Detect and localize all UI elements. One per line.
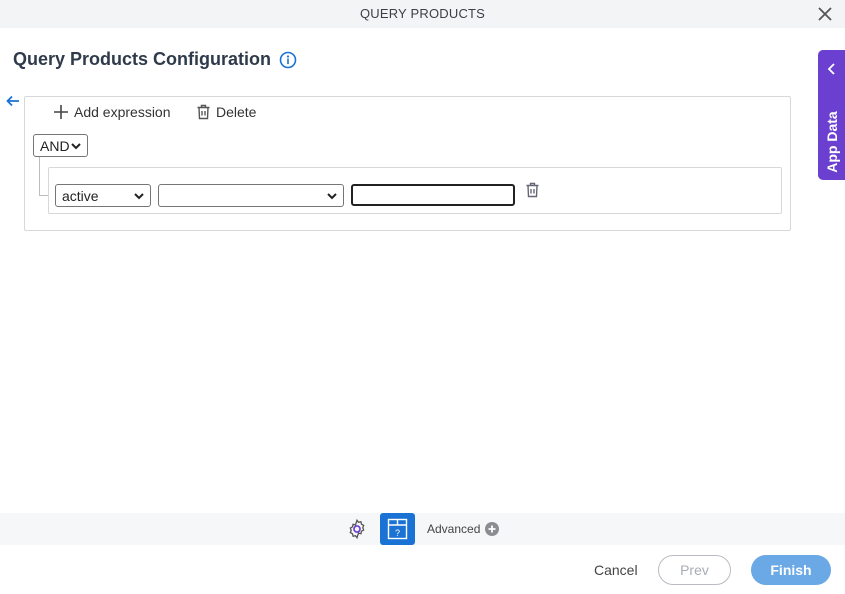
add-expression-button[interactable]: Add expression xyxy=(53,104,171,120)
group-operator-select[interactable]: AND xyxy=(33,134,88,157)
add-expression-label: Add expression xyxy=(74,104,171,120)
back-arrow-icon[interactable] xyxy=(5,93,21,109)
app-data-label: App Data xyxy=(823,111,840,173)
chevron-left-icon xyxy=(827,63,835,75)
cancel-button[interactable]: Cancel xyxy=(594,562,638,578)
trash-icon xyxy=(197,104,210,120)
advanced-toggle[interactable]: Advanced xyxy=(427,522,500,536)
plus-icon xyxy=(54,105,68,119)
info-icon[interactable] xyxy=(279,51,297,69)
value-input[interactable] xyxy=(351,184,515,206)
delete-button[interactable]: Delete xyxy=(196,104,256,120)
svg-text:?: ? xyxy=(395,528,400,538)
dialog-title-bar: QUERY PRODUCTS xyxy=(0,0,845,28)
gear-icon[interactable] xyxy=(346,518,368,540)
page-title-row: Query Products Configuration xyxy=(13,49,297,70)
app-data-panel-toggle[interactable]: App Data xyxy=(818,50,845,180)
field-select[interactable]: active xyxy=(55,184,151,207)
chevron-down-icon xyxy=(134,192,144,199)
advanced-label: Advanced xyxy=(427,522,481,536)
delete-label: Delete xyxy=(216,104,257,120)
field-value: active xyxy=(62,187,99,204)
footer-toolbar xyxy=(0,513,845,545)
condition-select[interactable] xyxy=(158,184,344,207)
box-question-icon: ? xyxy=(387,518,408,540)
plus-circle-icon xyxy=(485,522,500,536)
delete-expression-icon[interactable] xyxy=(525,182,540,198)
group-operator-value: AND xyxy=(40,137,70,154)
chevron-down-icon xyxy=(71,142,81,149)
page-title: Query Products Configuration xyxy=(13,49,272,69)
prev-button[interactable]: Prev xyxy=(658,555,731,585)
chevron-down-icon xyxy=(327,192,337,199)
finish-button[interactable]: Finish xyxy=(751,555,831,585)
dialog-title: QUERY PRODUCTS xyxy=(359,6,486,21)
close-icon[interactable] xyxy=(817,6,833,22)
product-query-button[interactable]: ? xyxy=(380,513,415,545)
